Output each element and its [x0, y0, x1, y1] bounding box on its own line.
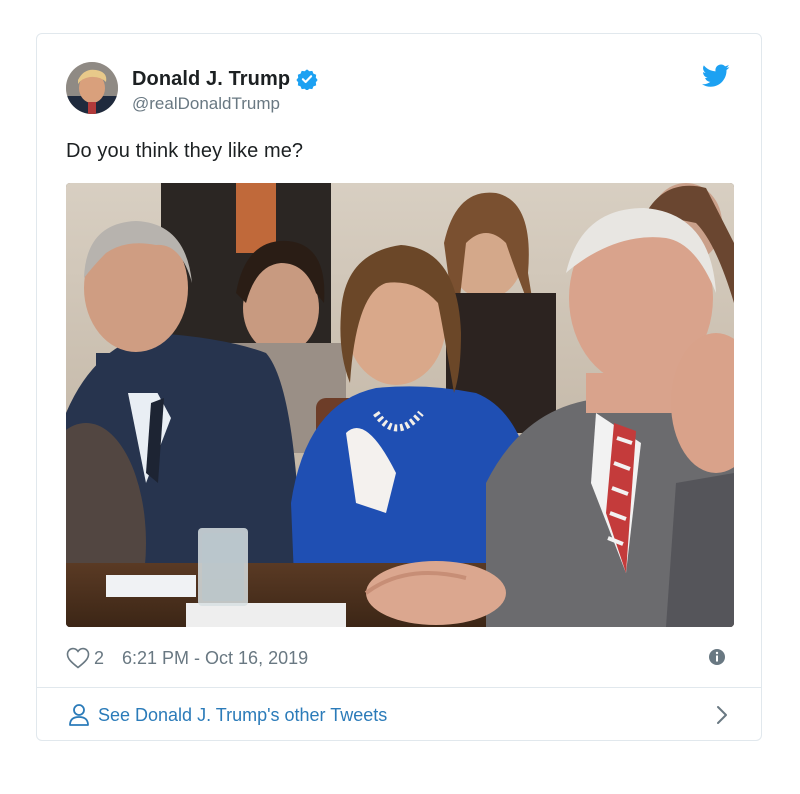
heart-icon[interactable]: [66, 647, 90, 669]
see-other-tweets-link[interactable]: See Donald J. Trump's other Tweets: [37, 688, 761, 742]
like-count[interactable]: 2: [94, 648, 104, 669]
see-other-tweets-label[interactable]: See Donald J. Trump's other Tweets: [98, 705, 387, 726]
author-block: Donald J. Trump @realDonaldTrump: [132, 66, 318, 114]
name-row: Donald J. Trump: [132, 66, 318, 92]
tweet-text: Do you think they like me?: [66, 140, 304, 162]
avatar[interactable]: [66, 62, 118, 114]
tweet-header: Donald J. Trump @realDonaldTrump: [66, 62, 732, 118]
verified-badge-icon: [296, 68, 318, 91]
tweet-timestamp[interactable]: 6:21 PM - Oct 16, 2019: [122, 648, 308, 669]
info-icon[interactable]: [708, 648, 726, 666]
display-name[interactable]: Donald J. Trump: [132, 68, 290, 91]
twitter-bird-icon[interactable]: [701, 64, 730, 88]
author-handle[interactable]: @realDonaldTrump: [132, 94, 318, 114]
tweet-photo[interactable]: [66, 183, 734, 627]
chevron-right-icon[interactable]: [715, 705, 729, 725]
tweet-meta: 2 6:21 PM - Oct 16, 2019: [66, 644, 732, 672]
person-icon: [68, 703, 90, 727]
tweet-card[interactable]: Donald J. Trump @realDonaldTrump Do you …: [36, 33, 762, 741]
